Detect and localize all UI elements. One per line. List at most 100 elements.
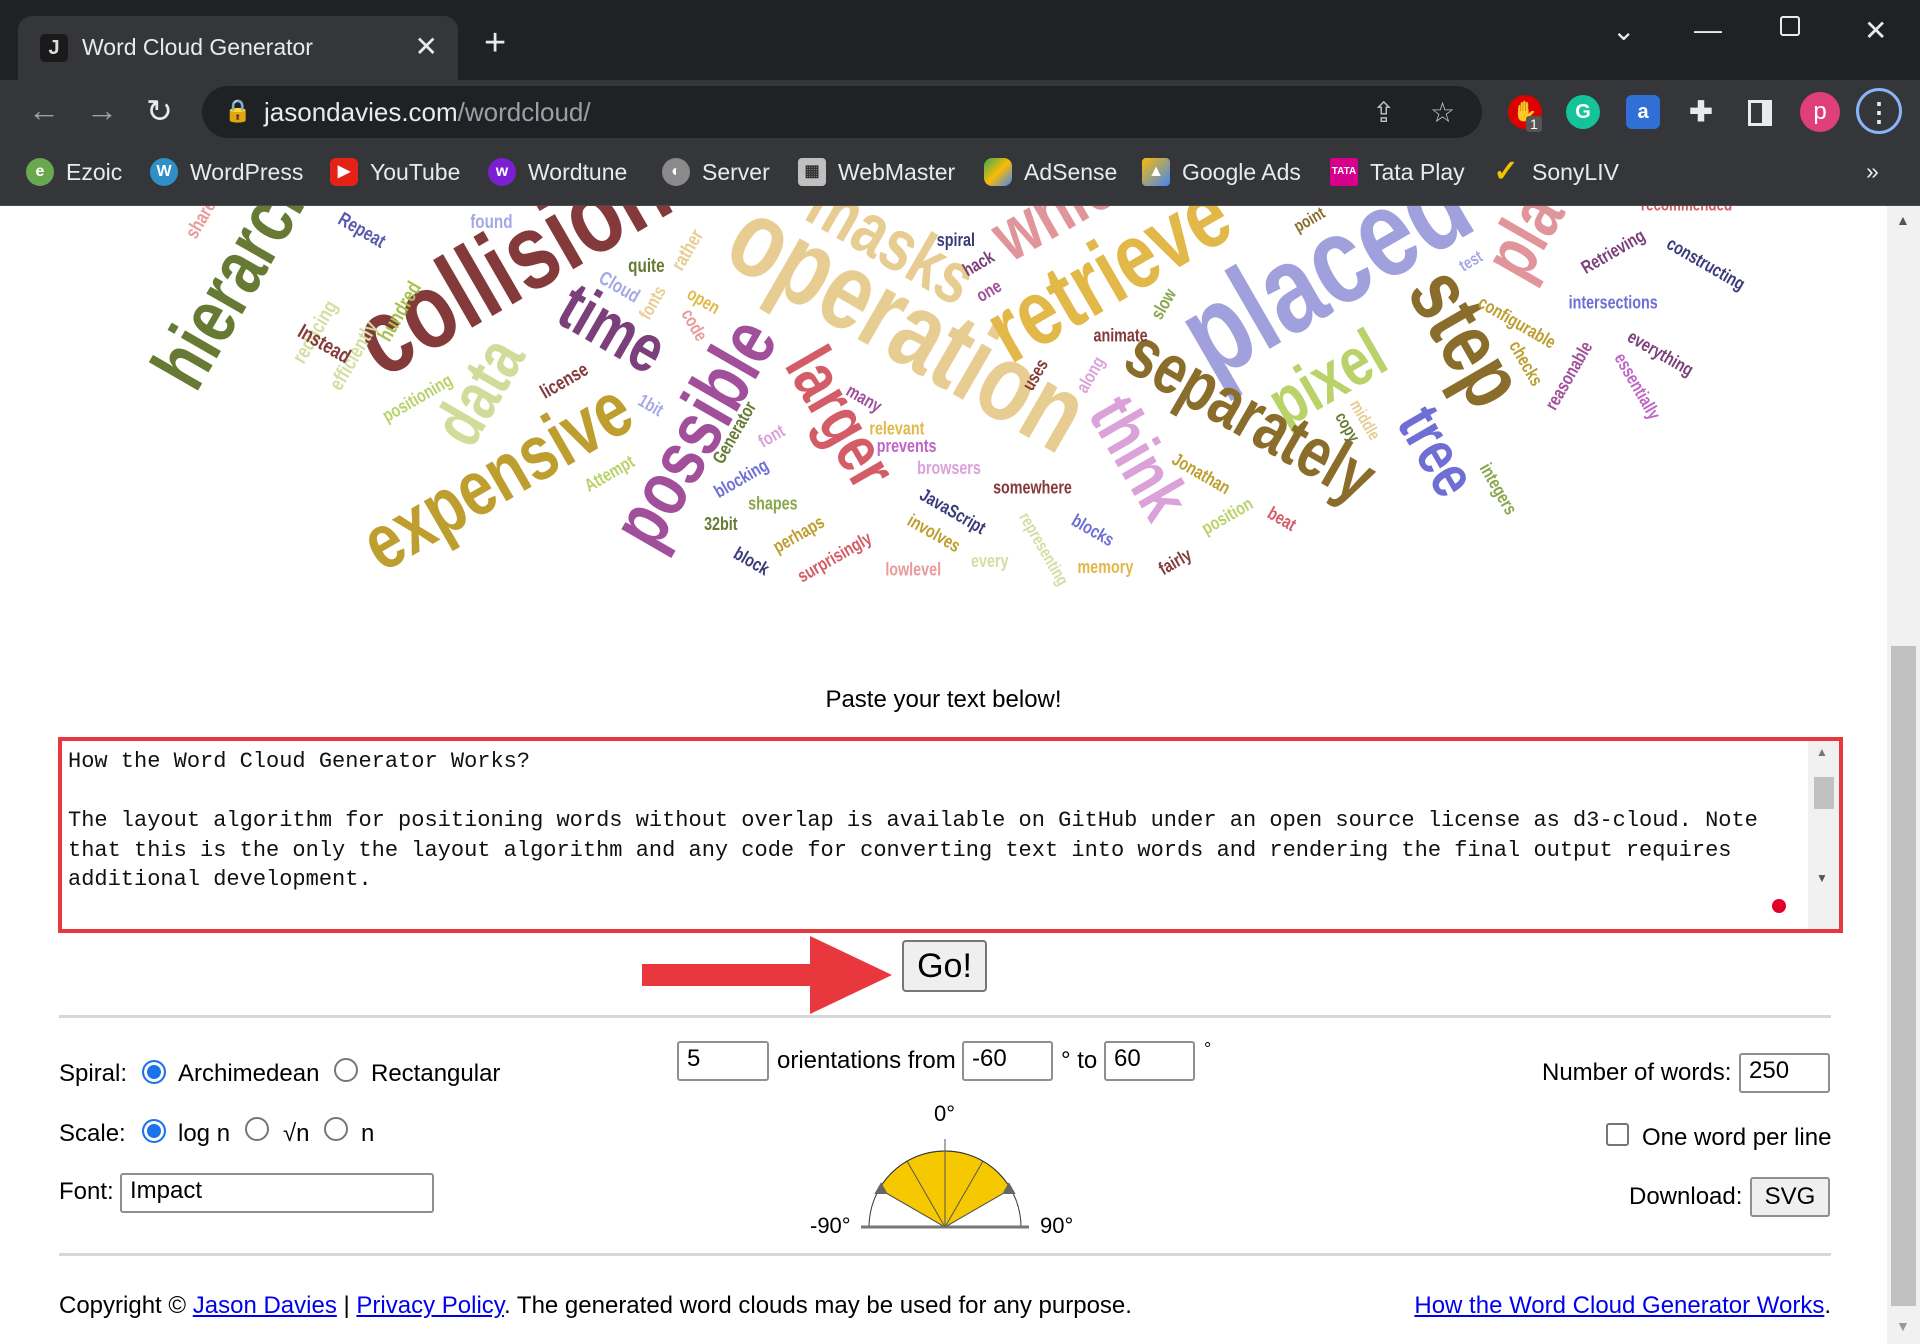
one-word-per-line-checkbox[interactable] xyxy=(1606,1123,1629,1146)
cloud-word: blocks xyxy=(1068,511,1117,551)
bookmark-google-ads[interactable]: ▲ Google Ads xyxy=(1142,158,1301,186)
cloud-word: every xyxy=(971,551,1009,571)
cloud-word: block xyxy=(730,544,773,580)
scrollbar-thumb[interactable] xyxy=(1891,646,1916,1306)
url-host: jasondavies.com xyxy=(264,97,458,127)
tab-title: Word Cloud Generator xyxy=(82,34,313,60)
bookmark-star-icon[interactable]: ☆ xyxy=(1430,96,1455,129)
scale-sqrt-label[interactable]: √n xyxy=(283,1120,310,1148)
word-cloud: hierarchicalcollisiontimedataexpensivepo… xyxy=(134,206,1748,589)
one-word-per-line-label[interactable]: One word per line xyxy=(1642,1124,1831,1152)
download-svg-button[interactable]: SVG xyxy=(1750,1177,1830,1217)
angle-from-input[interactable]: -60 xyxy=(962,1041,1053,1081)
how-it-works-link[interactable]: How the Word Cloud Generator Works xyxy=(1414,1292,1824,1319)
tata-play-icon: TATA xyxy=(1330,158,1358,186)
download-label: Download: xyxy=(1629,1183,1743,1210)
bookmark-ezoic[interactable]: e Ezoic xyxy=(26,158,122,186)
bookmark-wordtune[interactable]: w Wordtune xyxy=(488,158,627,186)
reload-icon[interactable]: ↻ xyxy=(146,92,173,130)
bookmark-sonyliv[interactable]: ✓ SonyLIV xyxy=(1492,155,1619,188)
orientations-from-label: orientations from xyxy=(777,1047,956,1074)
address-bar[interactable]: 🔒 jasondavies.com/wordcloud/ ⇪ ☆ xyxy=(202,86,1482,138)
translate-extension-icon[interactable]: a xyxy=(1626,95,1660,129)
grammarly-extension-icon[interactable]: G xyxy=(1566,95,1600,129)
cloud-word: prevents xyxy=(877,436,937,456)
privacy-policy-link[interactable]: Privacy Policy xyxy=(356,1292,504,1319)
close-window-button[interactable]: ✕ xyxy=(1864,14,1887,47)
cloud-word: 32bit xyxy=(704,515,738,535)
bookmark-adsense[interactable]: AdSense xyxy=(984,158,1117,186)
bookmark-webmaster[interactable]: ▦ WebMaster xyxy=(798,158,955,186)
cloud-word: integers xyxy=(1475,460,1520,518)
new-tab-button[interactable]: + xyxy=(484,22,506,65)
font-input[interactable]: Impact xyxy=(120,1173,434,1213)
angle-label-left: -90° xyxy=(810,1213,851,1238)
profile-avatar[interactable]: p xyxy=(1800,92,1840,132)
cloud-word: constructing xyxy=(1663,234,1748,295)
bookmark-server[interactable]: ◐ Server xyxy=(662,158,770,186)
paste-prompt: Paste your text below! xyxy=(825,686,1062,713)
go-button[interactable]: Go! xyxy=(902,940,987,992)
adsense-icon xyxy=(984,158,1012,186)
minimize-button[interactable]: — xyxy=(1694,14,1722,46)
degree-to-label: ° to xyxy=(1061,1047,1098,1074)
scale-linear-label[interactable]: n xyxy=(361,1120,374,1148)
copyright-text: Copyright © xyxy=(59,1292,187,1319)
angle-label-right: 90° xyxy=(1040,1213,1074,1238)
spiral-archimedean-label[interactable]: Archimedean xyxy=(178,1060,319,1088)
tab-word-cloud-generator[interactable]: J Word Cloud Generator ✕ xyxy=(18,16,458,80)
maximize-button[interactable] xyxy=(1780,16,1800,36)
menu-kebab-icon[interactable]: ⋮ xyxy=(1856,88,1902,134)
lock-icon: 🔒 xyxy=(224,98,252,123)
font-label: Font: xyxy=(59,1178,114,1205)
divider xyxy=(59,1253,1831,1256)
page-scrollbar[interactable]: ▲ ▼ xyxy=(1887,206,1920,1344)
num-words-input[interactable]: 250 xyxy=(1739,1053,1830,1093)
bookmark-tata-play[interactable]: TATA Tata Play xyxy=(1330,158,1465,186)
cloud-word: position xyxy=(1198,494,1256,539)
angle-label-top: 0° xyxy=(934,1101,956,1126)
sonyliv-icon: ✓ xyxy=(1493,155,1519,188)
close-tab-icon[interactable]: ✕ xyxy=(415,30,438,63)
spiral-rectangular-label[interactable]: Rectangular xyxy=(371,1060,500,1088)
wordtune-icon: w xyxy=(488,158,516,186)
cloud-word: memory xyxy=(1078,557,1134,577)
scroll-down-icon[interactable]: ▼ xyxy=(1896,1318,1910,1334)
scale-sqrt-radio[interactable] xyxy=(245,1117,269,1141)
cloud-word: perhaps xyxy=(770,512,828,557)
degree-symbol: ° xyxy=(1204,1039,1212,1059)
more-bookmarks-button[interactable]: » xyxy=(1866,158,1879,185)
side-panel-icon[interactable] xyxy=(1748,100,1772,126)
scale-log-label[interactable]: log n xyxy=(178,1120,230,1148)
back-icon[interactable]: ← xyxy=(28,92,60,129)
extensions-puzzle-icon[interactable]: ✚ xyxy=(1684,95,1718,129)
tab-search-chevron-icon[interactable]: ⌄ xyxy=(1612,14,1635,47)
cloud-word: representing xyxy=(1015,509,1072,589)
jason-davies-link[interactable]: Jason Davies xyxy=(193,1292,337,1319)
share-icon[interactable]: ⇪ xyxy=(1372,96,1395,129)
footer-separator: | xyxy=(343,1292,350,1319)
scale-linear-radio[interactable] xyxy=(324,1117,348,1141)
scroll-up-icon[interactable]: ▲ xyxy=(1896,212,1910,228)
bookmarks-bar: e Ezoic W WordPress ▶ YouTube w Wordtune ◐ Se… xyxy=(0,142,1920,206)
wordpress-icon: W xyxy=(150,158,178,186)
usage-notice: . The generated word clouds may be used … xyxy=(504,1292,1132,1319)
scale-log-radio[interactable] xyxy=(142,1119,166,1143)
extension-badge: 1 xyxy=(1526,116,1542,132)
angle-to-input[interactable]: 60 xyxy=(1104,1041,1195,1081)
forward-icon[interactable]: → xyxy=(86,92,118,129)
how-it-works: How the Word Cloud Generator Works. xyxy=(1414,1292,1831,1319)
cloud-word: somewhere xyxy=(993,478,1072,498)
text-input[interactable] xyxy=(58,737,1843,933)
spiral-rectangular-radio[interactable] xyxy=(334,1058,358,1082)
spiral-archimedean-radio[interactable] xyxy=(142,1060,166,1084)
scale-label: Scale: xyxy=(59,1120,126,1147)
ezoic-icon: e xyxy=(26,158,54,186)
cloud-word: Repeat xyxy=(335,207,390,252)
bookmark-youtube[interactable]: ▶ YouTube xyxy=(330,158,460,186)
textarea-scrollbar[interactable]: ▲ ▼ xyxy=(1808,741,1839,929)
orientations-input[interactable]: 5 xyxy=(677,1041,769,1081)
cloud-word: font xyxy=(755,421,789,452)
num-words-label: Number of words: xyxy=(1542,1059,1732,1086)
bookmark-wordpress[interactable]: W WordPress xyxy=(150,158,303,186)
